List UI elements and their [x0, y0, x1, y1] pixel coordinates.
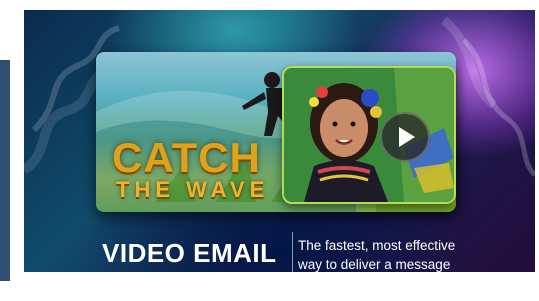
brand-video-email: VIDEO EMAIL [102, 238, 277, 268]
left-edge-panel [0, 60, 10, 281]
play-button[interactable] [380, 112, 430, 162]
headline-catch: CATCH [112, 134, 261, 181]
video-email-banner: CATCH THE WAVE VIDEO EMAIL The fastest, … [24, 10, 535, 272]
tagline-text: The fastest, most effective way to deliv… [298, 238, 456, 272]
divider [292, 232, 293, 272]
video-thumbnail[interactable] [282, 66, 456, 204]
headline-the-wave: THE WAVE [116, 177, 270, 202]
play-icon [399, 127, 415, 147]
